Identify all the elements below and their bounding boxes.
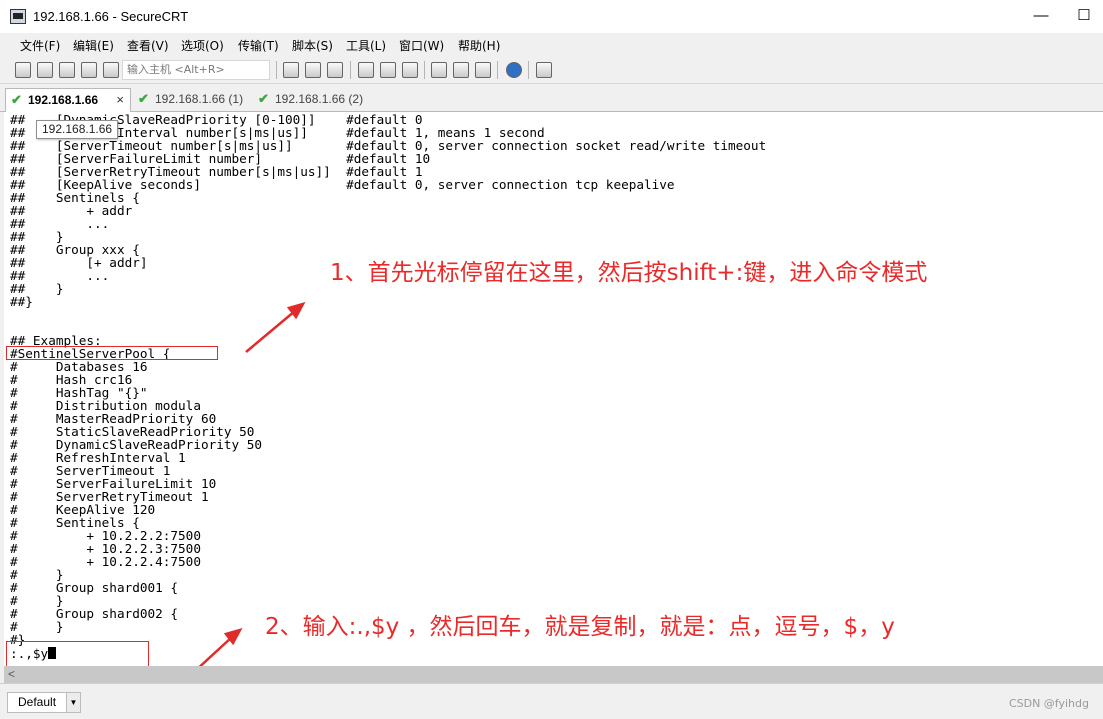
scroll-left-arrow-icon[interactable]: < xyxy=(8,666,15,682)
securecrt-app-icon xyxy=(10,9,26,24)
connect-icon[interactable] xyxy=(15,62,31,78)
global-options-icon[interactable] xyxy=(453,62,469,78)
tab-session-active[interactable]: ✔ 192.168.1.66 × xyxy=(5,88,131,112)
reconnect-icon[interactable] xyxy=(81,62,97,78)
window-layout-icon[interactable] xyxy=(536,62,552,78)
arrow-line-2 xyxy=(198,636,233,666)
connect-in-tab-icon[interactable] xyxy=(59,62,75,78)
maximize-button[interactable]: ☐ xyxy=(1069,4,1099,28)
chevron-down-icon[interactable]: ▼ xyxy=(66,693,80,712)
print-icon[interactable] xyxy=(358,62,374,78)
disconnect-icon[interactable] xyxy=(103,62,119,78)
copy-icon[interactable] xyxy=(283,62,299,78)
connected-check-icon: ✔ xyxy=(138,91,149,106)
menu-file[interactable]: 文件(F) xyxy=(20,37,60,54)
menu-script[interactable]: 脚本(S) xyxy=(292,37,333,54)
watermark: CSDN @fyihdg xyxy=(1008,697,1089,710)
menu-bar: 文件(F) 编辑(E) 查看(V) 选项(O) 传输(T) 脚本(S) 工具(L… xyxy=(0,33,1103,55)
connected-check-icon: ✔ xyxy=(258,91,269,106)
tab-label: 192.168.1.66 (2) xyxy=(275,92,364,106)
toolbar-separator xyxy=(497,61,498,79)
tab-session-1[interactable]: ✔ 192.168.1.66 (1) xyxy=(133,88,251,112)
session-options-icon[interactable] xyxy=(431,62,447,78)
window-title: 192.168.1.66 - SecureCRT xyxy=(33,9,189,24)
tab-label: 192.168.1.66 (1) xyxy=(155,92,244,106)
quick-connect-icon[interactable] xyxy=(37,62,53,78)
key-icon[interactable] xyxy=(475,62,491,78)
tab-close-button[interactable]: × xyxy=(116,89,124,111)
paste-icon[interactable] xyxy=(305,62,321,78)
tab-label: 192.168.1.66 xyxy=(28,93,99,107)
toolbar-separator xyxy=(350,61,351,79)
menu-help[interactable]: 帮助(H) xyxy=(458,37,500,54)
terminal-area[interactable]: ## [DynamicSlaveReadPriority [0-100]] #d… xyxy=(4,112,1103,666)
menu-window[interactable]: 窗口(W) xyxy=(399,37,444,54)
toolbar-separator xyxy=(276,61,277,79)
title-bar: 192.168.1.66 - SecureCRT — ☐ xyxy=(0,0,1103,33)
menu-view[interactable]: 查看(V) xyxy=(127,37,169,54)
annotation-step-2: 2、输入:.,$y ，然后回车，就是复制，就是：点，逗号，$，y xyxy=(265,614,895,640)
tab-session-2[interactable]: ✔ 192.168.1.66 (2) xyxy=(253,88,371,112)
printer-icon[interactable] xyxy=(402,62,418,78)
print-selection-icon[interactable] xyxy=(380,62,396,78)
toolbar-separator xyxy=(528,61,529,79)
minimize-button[interactable]: — xyxy=(1026,4,1056,28)
status-bar: Default ▼ CSDN @fyihdg xyxy=(0,683,1103,719)
menu-transfer[interactable]: 传输(T) xyxy=(238,37,279,54)
annotation-step-1: 1、首先光标停留在这里，然后按shift+:键，进入命令模式 xyxy=(330,260,928,286)
menu-tools[interactable]: 工具(L) xyxy=(346,37,386,54)
quick-connect-input[interactable]: 输入主机 <Alt+R> xyxy=(122,60,270,80)
help-icon[interactable] xyxy=(506,62,522,78)
session-tab-bar: ✔ 192.168.1.66 × ✔ 192.168.1.66 (1) ✔ 19… xyxy=(0,84,1103,112)
menu-edit[interactable]: 编辑(E) xyxy=(73,37,114,54)
toolbar: 输入主机 <Alt+R> xyxy=(0,56,1103,84)
annotation-arrows xyxy=(198,301,306,666)
menu-options[interactable]: 选项(O) xyxy=(181,37,224,54)
toolbar-separator xyxy=(424,61,425,79)
arrow-line-1 xyxy=(245,310,296,353)
horizontal-scrollbar[interactable]: < xyxy=(4,666,1103,683)
session-select-value: Default xyxy=(18,695,57,709)
session-select[interactable]: Default ▼ xyxy=(7,692,81,713)
connected-check-icon: ✔ xyxy=(11,92,22,107)
find-icon[interactable] xyxy=(327,62,343,78)
